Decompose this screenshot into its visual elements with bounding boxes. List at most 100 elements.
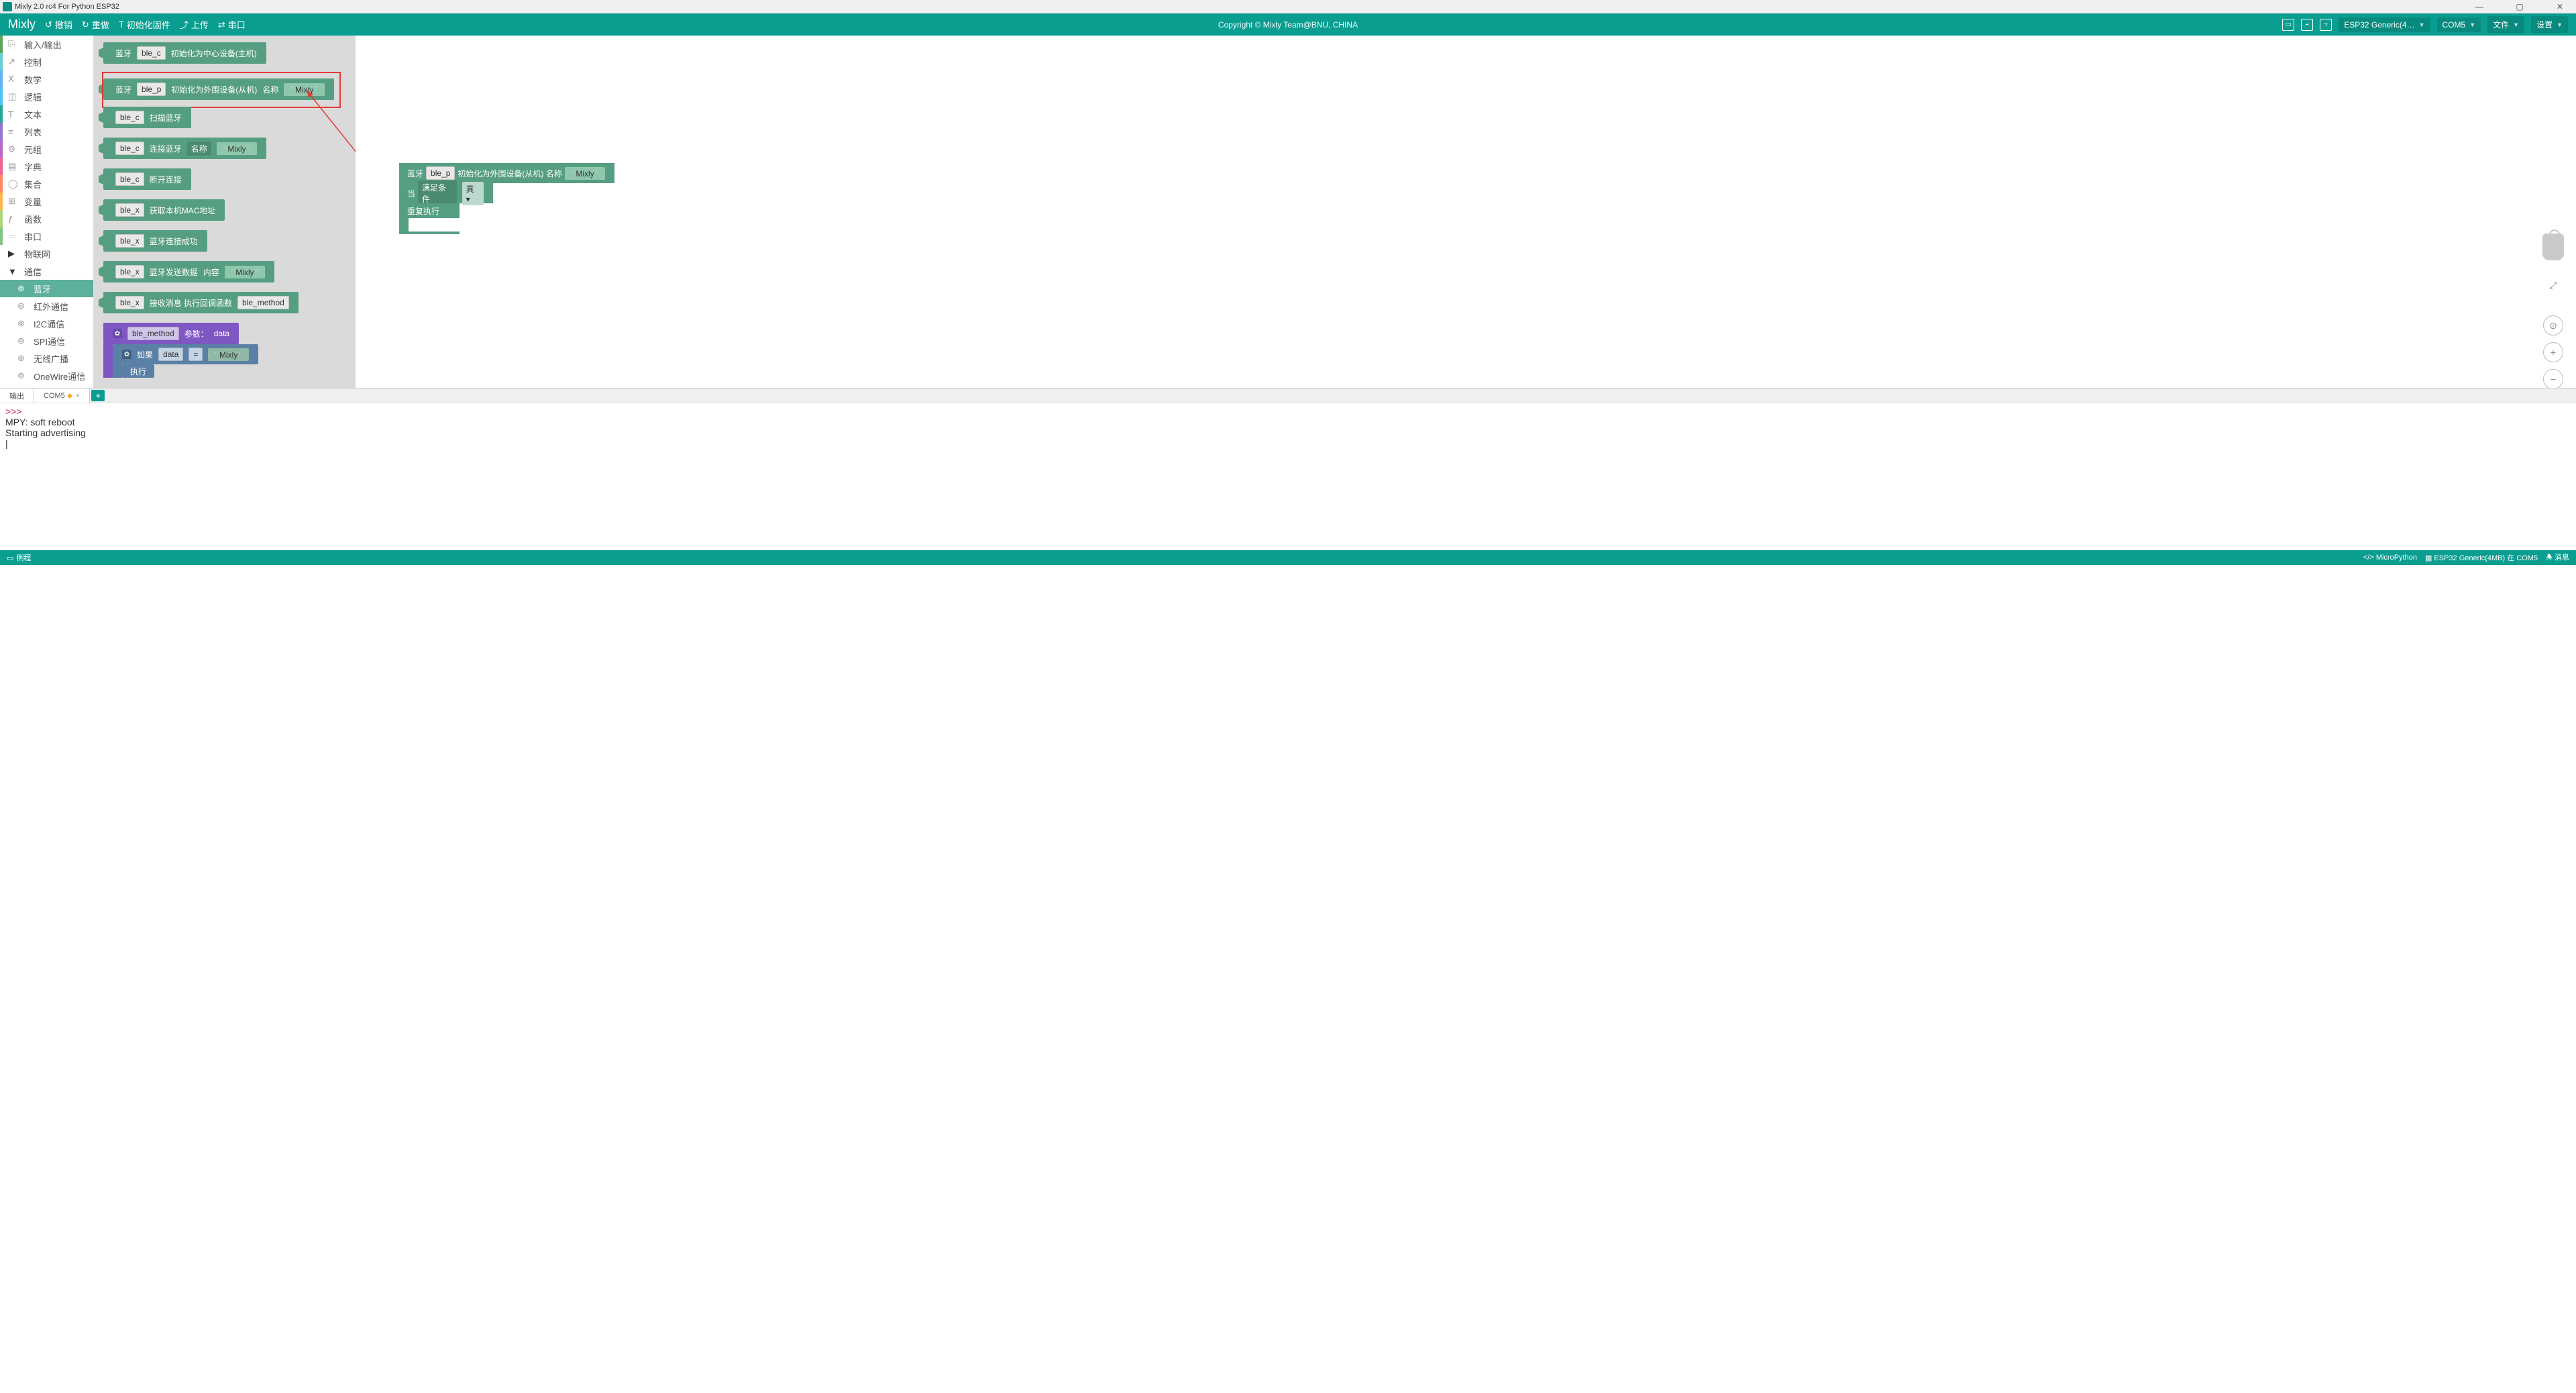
cat-io[interactable]: ⎘输入/输出 [0,36,93,53]
block-if[interactable]: ✿ 如果 data = Mixly [113,344,258,364]
init-firmware-button[interactable]: T初始化固件 [119,18,170,31]
block-bt-recv[interactable]: ble_x 接收消息 执行回调函数 ble_method [103,292,299,313]
unsaved-dot-icon [68,394,72,398]
upload-icon: ⤴ [180,18,189,31]
block-if-do: 执行 [122,364,154,378]
sub-i2c[interactable]: ⊚I2C通信 [0,315,93,332]
cat-serial[interactable]: ⎓串口 [0,227,93,245]
block-bt-connected[interactable]: ble_x 蓝牙连接成功 [103,230,207,252]
cat-logic[interactable]: ◫逻辑 [0,88,93,105]
sub-ir[interactable]: ⊚红外通信 [0,297,93,315]
block-bt-connect[interactable]: ble_c 连接蓝牙 名称 Mixly [103,138,266,159]
view-button-1[interactable]: ▭ [2282,19,2294,31]
upload-button[interactable]: ⤴上传 [180,18,209,31]
cat-text[interactable]: T文本 [0,105,93,123]
redo-button[interactable]: ↻重做 [82,18,109,31]
statusbar: ▭ 例程 </> MicroPython ▦ ESP32 Generic(4MB… [0,550,2576,565]
cat-control[interactable]: ↗控制 [0,53,93,70]
bool-dropdown[interactable]: 真 ▾ [462,182,484,205]
block-bt-init-central[interactable]: 蓝牙 ble_c 初始化为中心设备(主机) [103,42,266,64]
example-button[interactable]: 例程 [16,552,31,563]
sub-bluetooth[interactable]: ⊚蓝牙 [0,280,93,297]
arrow-down-icon: ▼ [8,266,20,276]
message-button[interactable]: 🕭 消息 [2546,552,2569,564]
cat-iot[interactable]: ▶物联网 [0,245,93,262]
close-tab-icon[interactable]: × [76,392,80,400]
workspace-canvas[interactable]: 蓝牙 ble_p 初始化为外围设备(从机) 名称 Mixly 当 满足条件 真 … [356,36,2576,388]
text-icon: T [8,109,20,119]
block-bt-mac[interactable]: ble_x 获取本机MAC地址 [103,199,225,221]
wireless-icon: ⊚ [17,353,30,364]
sub-onewire[interactable]: ⊚OneWire通信 [0,367,93,384]
wireless-icon: ⊚ [17,370,30,381]
cat-set[interactable]: ◯集合 [0,175,93,193]
serialcat-icon: ⎓ [8,231,20,242]
block-bt-init-peripheral[interactable]: 蓝牙 ble_p 初始化为外围设备(从机) 名称 Mixly [103,79,334,100]
minimize-button[interactable]: — [2466,2,2493,11]
code-icon: </> [2363,554,2374,562]
var-icon: ⊞ [8,196,20,207]
sub-radio[interactable]: ⊚无线广播 [0,350,93,367]
file-menu[interactable]: 文件▼ [2487,16,2524,33]
block-def-method[interactable]: ✿ ble_method 参数： data [103,323,239,344]
cat-tuple[interactable]: ⊚元组 [0,140,93,158]
board-select[interactable]: ESP32 Generic(4…▼ [2339,17,2430,32]
console-output[interactable]: >>> MPY: soft reboot Starting advertisin… [0,403,2576,550]
wireless-icon: ⊚ [17,336,30,346]
undo-icon: ↺ [45,19,52,30]
fullscreen-icon[interactable]: ⤢ [2546,278,2561,293]
tab-output[interactable]: 输出 [0,389,34,403]
sub-spi[interactable]: ⊚SPI通信 [0,332,93,350]
chip-icon: ▦ [2425,554,2432,562]
list-icon: ≡ [8,127,20,137]
cat-list[interactable]: ≡列表 [0,123,93,140]
console-tabs: 输出 COM5× + [0,388,2576,403]
serial-button[interactable]: ⇄串口 [218,18,246,31]
ws-block-repeat-label: 重复执行 [399,203,460,218]
center-button[interactable]: ⊙ [2543,315,2563,336]
chevron-down-icon: ▼ [2557,21,2563,28]
serial-icon: ⇄ [218,19,225,30]
menubar: Mixly ↺撤销 ↻重做 T初始化固件 ⤴上传 ⇄串口 Copyright ©… [0,13,2576,36]
doc-icon: ▭ [7,554,13,562]
zoom-out-button[interactable]: − [2543,369,2563,388]
view-button-3[interactable]: ⫟ [2320,19,2332,31]
block-bt-disconnect[interactable]: ble_c 断开连接 [103,168,191,190]
app-icon [3,2,12,11]
backpack-button[interactable] [2542,234,2564,260]
init-icon: T [119,19,124,30]
add-tab-button[interactable]: + [91,390,105,401]
wireless-icon: ⊚ [17,318,30,329]
gear-icon[interactable]: ✿ [122,350,131,359]
chevron-down-icon: ▼ [2469,21,2475,28]
zoom-in-button[interactable]: + [2543,342,2563,362]
gear-icon[interactable]: ✿ [113,329,122,338]
block-bt-send[interactable]: ble_x 蓝牙发送数据 内容 Mixly [103,261,274,282]
workspace-stack[interactable]: 蓝牙 ble_p 初始化为外围设备(从机) 名称 Mixly 当 满足条件 真 … [399,163,614,234]
cat-var[interactable]: ⊞变量 [0,193,93,210]
block-bt-scan[interactable]: ble_c 扫描蓝牙 [103,107,191,128]
control-icon: ↗ [8,56,20,67]
wireless-icon: ⊚ [17,301,30,311]
close-button[interactable]: ✕ [2546,2,2573,11]
settings-menu[interactable]: 设置▼ [2531,16,2568,33]
cat-dict[interactable]: ▤字典 [0,158,93,175]
ws-block-body-slot[interactable] [399,218,460,234]
bell-icon: 🕭 [2546,554,2553,562]
maximize-button[interactable]: ▢ [2506,2,2533,11]
window-controls: — ▢ ✕ [2466,2,2573,11]
logic-icon: ◫ [8,91,20,102]
undo-button[interactable]: ↺撤销 [45,18,72,31]
cat-math[interactable]: Ⅹ数学 [0,70,93,88]
chevron-down-icon: ▼ [2419,21,2425,28]
io-icon: ⎘ [8,39,20,50]
port-select[interactable]: COM5▼ [2437,17,2481,32]
cat-func[interactable]: ƒ函数 [0,210,93,227]
view-button-2[interactable]: ⫞ [2301,19,2313,31]
redo-icon: ↻ [82,19,89,30]
tab-com5[interactable]: COM5× [34,389,90,403]
cat-comm[interactable]: ▼通信 [0,262,93,280]
tuple-icon: ⊚ [8,144,20,154]
window-title: Mixly 2.0 rc4 For Python ESP32 [15,3,119,11]
ws-block-while[interactable]: 当 满足条件 真 ▾ [399,183,493,203]
